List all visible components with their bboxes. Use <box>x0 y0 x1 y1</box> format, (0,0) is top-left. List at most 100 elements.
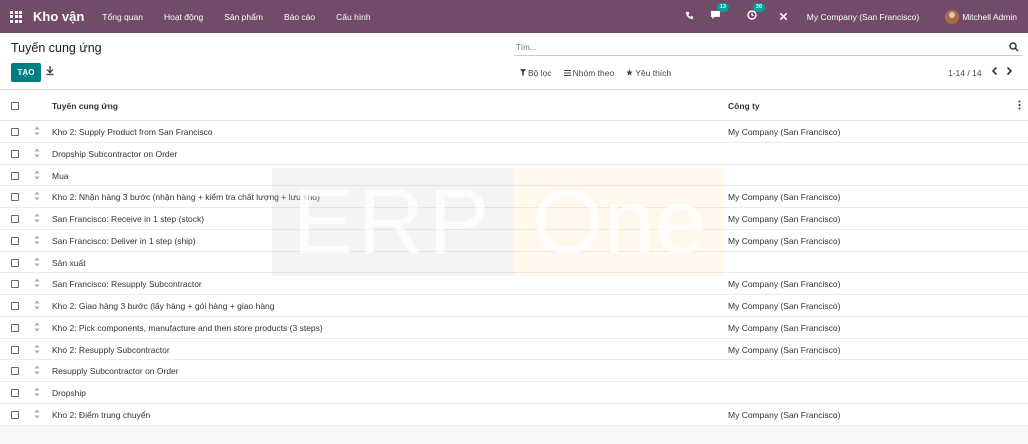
drag-handle-icon[interactable] <box>34 126 40 136</box>
table-row[interactable]: Dropship <box>0 382 1028 404</box>
list-body: Kho 2: Supply Product from San Francisco… <box>0 121 1028 426</box>
row-checkbox[interactable] <box>11 193 19 202</box>
column-header-company[interactable]: Công ty <box>728 101 760 111</box>
table-row[interactable]: Mua <box>0 164 1028 187</box>
table-row[interactable]: Kho 2: Nhận hàng 3 bước (nhận hàng + kiể… <box>0 186 1028 208</box>
table-row[interactable]: Kho 2: Giao hàng 3 bước (lấy hàng + gói … <box>0 295 1028 317</box>
table-row[interactable]: Kho 2: Resupply Subcontractor My Company … <box>0 338 1028 361</box>
download-icon[interactable] <box>45 65 57 79</box>
favorites-button[interactable]: Yêu thích <box>626 68 671 78</box>
page-title: Tuyến cung ứng <box>11 41 102 55</box>
company-cell: My Company (San Francisco) <box>728 301 841 311</box>
table-row[interactable]: Dropship Subcontractor on Order <box>0 143 1028 165</box>
filter-label: Bộ lọc <box>528 68 552 78</box>
close-icon[interactable] <box>775 10 793 24</box>
row-checkbox[interactable] <box>11 323 19 332</box>
control-panel: Tuyến cung ứng TẠO Bộ lọc Nhóm theo Yêu … <box>0 33 1028 90</box>
group-by-button[interactable]: Nhóm theo <box>563 68 615 78</box>
drag-handle-icon[interactable] <box>34 300 40 310</box>
drag-handle-icon[interactable] <box>34 387 40 397</box>
menu-item-products[interactable]: Sản phẩm <box>224 12 263 22</box>
drag-handle-icon[interactable] <box>34 344 40 354</box>
avatar[interactable] <box>945 9 960 24</box>
table-row[interactable]: San Francisco: Receive in 1 step (stock)… <box>0 208 1028 230</box>
table-row[interactable]: San Francisco: Deliver in 1 step (ship) M… <box>0 230 1028 252</box>
row-checkbox[interactable] <box>11 345 19 354</box>
user-menu[interactable]: Mitchell Admin <box>962 12 1017 22</box>
route-name-cell: San Francisco: Deliver in 1 step (ship) <box>52 235 196 246</box>
table-row[interactable]: San Francisco: Resupply Subcontractor My … <box>0 273 1028 295</box>
chevron-right-icon[interactable] <box>1004 65 1016 79</box>
pager-value[interactable]: 1-14 / 14 <box>948 68 982 78</box>
company-cell: My Company (San Francisco) <box>728 235 841 246</box>
drag-handle-icon[interactable] <box>34 365 40 375</box>
search-input[interactable] <box>514 39 994 55</box>
company-cell: My Company (San Francisco) <box>728 192 841 203</box>
table-row[interactable]: Kho 2: Supply Product from San Francisco… <box>0 121 1028 143</box>
drag-handle-icon[interactable] <box>34 409 40 419</box>
menu-item-reporting[interactable]: Báo cáo <box>284 12 315 22</box>
list-header: Tuyến cung ứng Công ty <box>0 91 1028 121</box>
chat-icon[interactable]: 13 <box>707 3 729 23</box>
row-checkbox[interactable] <box>11 280 19 289</box>
row-checkbox[interactable] <box>11 389 19 397</box>
drag-handle-icon[interactable] <box>34 148 40 158</box>
column-header-route[interactable]: Tuyến cung ứng <box>52 101 118 111</box>
menu-item-operations[interactable]: Hoạt động <box>164 12 203 22</box>
drag-handle-icon[interactable] <box>34 257 40 267</box>
create-button[interactable]: TẠO <box>11 63 41 82</box>
menu-item-configuration[interactable]: Cấu hình <box>336 12 371 22</box>
menu-item-overview[interactable]: Tổng quan <box>102 12 143 22</box>
route-name-cell: Kho 2: Resupply Subcontractor <box>52 344 170 355</box>
favorites-label: Yêu thích <box>635 68 672 78</box>
route-name-cell: Resupply Subcontractor on Order <box>52 366 179 377</box>
drag-handle-icon[interactable] <box>34 170 40 180</box>
chevron-left-icon[interactable] <box>990 65 1002 79</box>
table-row[interactable]: Resupply Subcontractor on Order <box>0 360 1028 382</box>
table-row[interactable]: Kho 2: Điểm trung chuyển My Company (San … <box>0 404 1028 426</box>
row-checkbox[interactable] <box>11 171 19 180</box>
route-name-cell: Dropship Subcontractor on Order <box>52 148 178 159</box>
filter-button[interactable]: Bộ lọc <box>520 68 552 78</box>
apps-grid-icon[interactable] <box>10 10 22 23</box>
company-cell: My Company (San Francisco) <box>728 279 841 290</box>
drag-handle-icon[interactable] <box>34 235 40 245</box>
row-checkbox[interactable] <box>11 302 19 310</box>
row-checkbox[interactable] <box>11 410 19 419</box>
table-row[interactable]: Sản xuất <box>0 251 1028 274</box>
star-icon <box>626 68 633 78</box>
row-checkbox[interactable] <box>11 149 19 158</box>
filter-icon <box>520 68 526 78</box>
table-row[interactable]: Kho 2: Pick components, manufacture and … <box>0 317 1028 339</box>
company-cell: My Company (San Francisco) <box>728 214 841 224</box>
company-switcher[interactable]: My Company (San Francisco) <box>807 12 919 22</box>
chat-badge: 13 <box>716 3 729 12</box>
company-cell: My Company (San Francisco) <box>728 409 841 420</box>
route-name-cell: Kho 2: Nhận hàng 3 bước (nhận hàng + kiể… <box>52 192 320 203</box>
row-checkbox[interactable] <box>11 236 19 245</box>
search-icon[interactable] <box>1009 42 1019 52</box>
group-by-icon <box>563 69 571 78</box>
route-name-cell: Kho 2: Supply Product from San Francisco <box>52 127 213 137</box>
drag-handle-icon[interactable] <box>34 322 40 332</box>
row-checkbox[interactable] <box>11 128 19 136</box>
route-name-cell: San Francisco: Resupply Subcontractor <box>52 279 202 290</box>
row-checkbox[interactable] <box>11 367 19 376</box>
phone-icon[interactable] <box>681 11 699 23</box>
drag-handle-icon[interactable] <box>34 278 40 288</box>
clock-icon[interactable]: 30 <box>743 3 765 23</box>
drag-handle-icon[interactable] <box>34 191 40 201</box>
select-all-checkbox[interactable] <box>11 102 19 110</box>
app-name[interactable]: Kho vận <box>33 9 84 24</box>
route-name-cell: San Francisco: Receive in 1 step (stock) <box>52 214 205 224</box>
row-checkbox[interactable] <box>11 258 19 267</box>
search-bar <box>514 39 1022 56</box>
column-options-icon[interactable] <box>1018 100 1021 110</box>
group-by-label: Nhóm theo <box>572 68 615 78</box>
route-name-cell: Kho 2: Giao hàng 3 bước (lấy hàng + gói … <box>52 301 275 311</box>
activity-badge: 30 <box>752 3 765 12</box>
drag-handle-icon[interactable] <box>34 213 40 223</box>
row-checkbox[interactable] <box>11 215 19 223</box>
route-name-cell: Sản xuất <box>52 257 86 268</box>
company-cell: My Company (San Francisco) <box>728 127 841 137</box>
